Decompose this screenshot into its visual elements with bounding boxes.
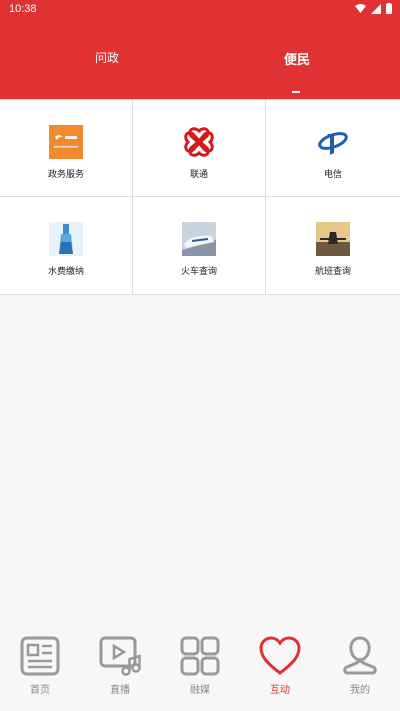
- service-telecom[interactable]: 电信: [266, 100, 400, 197]
- header: 问政 便民: [0, 18, 400, 99]
- tab-bianmin[interactable]: 便民: [284, 49, 310, 68]
- news-icon: [20, 636, 60, 676]
- signal-icon: [371, 3, 381, 14]
- telecom-logo-icon: [318, 132, 348, 155]
- nav-label: 融媒: [190, 685, 210, 696]
- airplane-icon: [316, 222, 350, 256]
- video-music-icon: [99, 636, 141, 676]
- service-label: 联通: [189, 169, 208, 179]
- service-train[interactable]: 火车查询: [133, 197, 266, 294]
- gov-service-icon: [49, 125, 83, 159]
- battery-icon: [386, 3, 392, 14]
- nav-label: 我的: [350, 685, 370, 696]
- service-label: 政务服务: [47, 169, 84, 179]
- water-fee-icon: [49, 222, 83, 256]
- service-label: 火车查询: [180, 266, 217, 276]
- service-water[interactable]: 水费缴纳: [0, 197, 133, 294]
- nav-label: 互动: [270, 685, 290, 696]
- service-label: 航班查询: [314, 266, 351, 276]
- status-icons: [355, 3, 392, 14]
- wifi-icon: [355, 4, 366, 13]
- person-icon: [343, 636, 377, 675]
- nav-item-interact[interactable]: 互动: [240, 626, 320, 711]
- status-time: 10:38: [9, 3, 37, 15]
- nav-item-media[interactable]: 融媒: [160, 626, 240, 711]
- service-grid: 政务服务 联通 电信 水费缴纳 火车查询 航班查询: [0, 99, 400, 295]
- nav-label: 直播: [110, 685, 130, 696]
- grid-icon: [180, 636, 220, 676]
- status-bar: 10:38: [0, 0, 400, 18]
- service-flight[interactable]: 航班查询: [266, 197, 400, 294]
- unicom-logo-icon: [184, 127, 214, 157]
- nav-item-mine[interactable]: 我的: [320, 626, 400, 711]
- train-icon: [182, 222, 216, 256]
- service-unicom[interactable]: 联通: [133, 100, 266, 197]
- bottom-nav: 首页 直播 融媒 互动 我的: [0, 626, 400, 711]
- tab-indicator: [292, 91, 300, 93]
- service-label: 水费缴纳: [47, 266, 84, 276]
- service-gov[interactable]: 政务服务: [0, 100, 133, 197]
- service-label: 电信: [323, 169, 342, 179]
- tab-wenzheng[interactable]: 问政: [95, 49, 119, 66]
- nav-item-home[interactable]: 首页: [0, 626, 80, 711]
- nav-label: 首页: [30, 685, 50, 696]
- heart-icon: [259, 636, 301, 675]
- nav-item-live[interactable]: 直播: [80, 626, 160, 711]
